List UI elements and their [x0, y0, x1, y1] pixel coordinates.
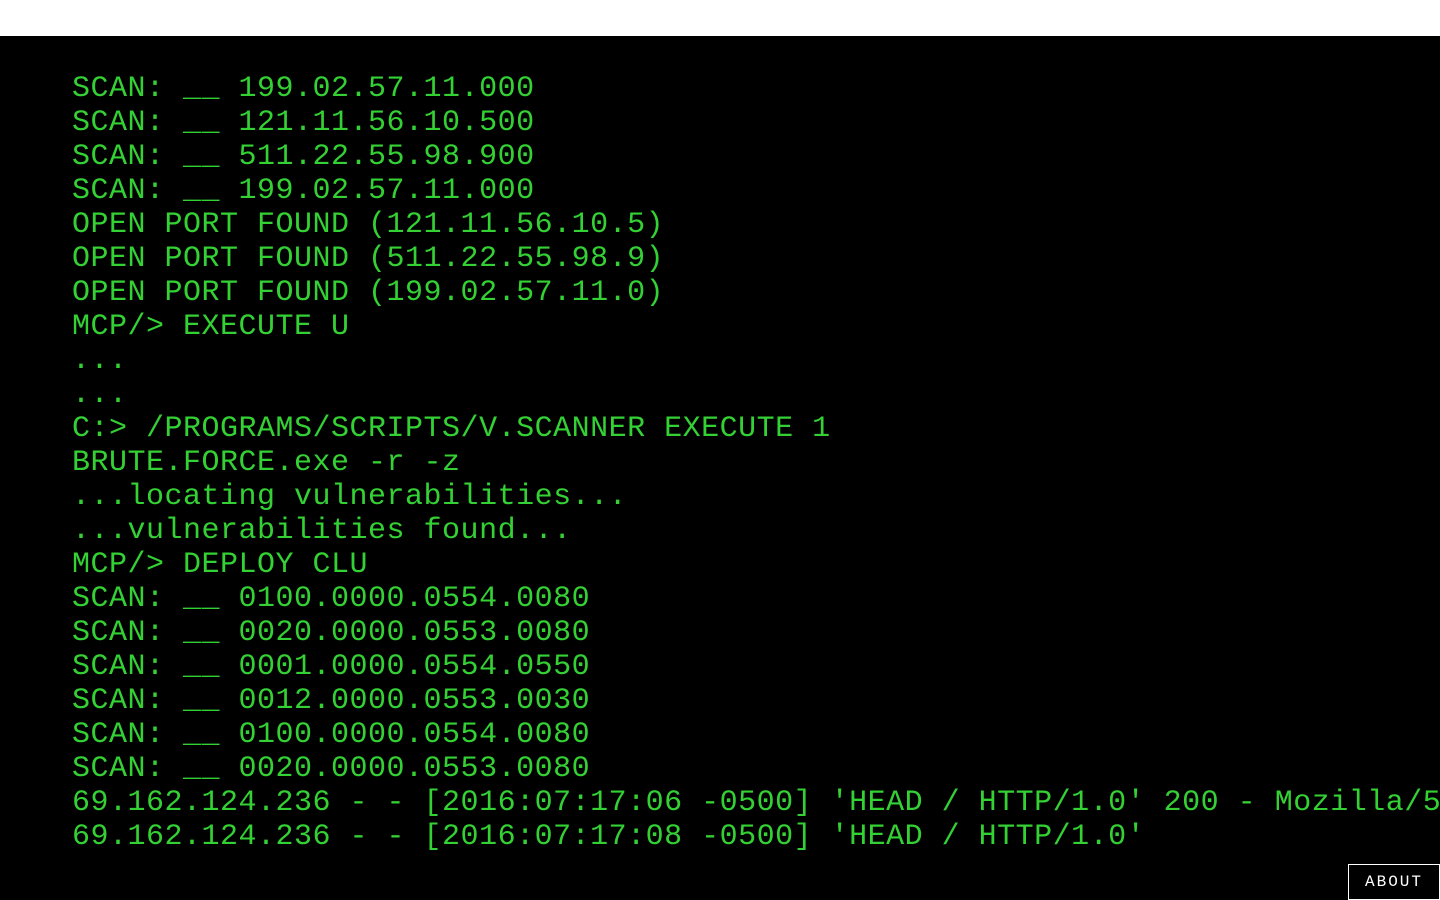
terminal-line: ...vulnerabilities found...: [72, 514, 1440, 548]
about-button[interactable]: ABOUT: [1348, 864, 1440, 900]
terminal-line: MCP/> DEPLOY CLU: [72, 548, 1440, 582]
terminal-window: SCAN: __ 199.02.57.11.000 SCAN: __ 121.1…: [0, 36, 1440, 900]
terminal-line: SCAN: __ 0001.0000.0554.0550: [72, 650, 1440, 684]
terminal-line: ...: [72, 378, 1440, 412]
top-bar: [0, 0, 1440, 36]
terminal-line: SCAN: __ 0100.0000.0554.0080: [72, 718, 1440, 752]
terminal-line: OPEN PORT FOUND (199.02.57.11.0): [72, 276, 1440, 310]
terminal-line: 69.162.124.236 - - [2016:07:17:06 -0500]…: [72, 786, 1440, 820]
terminal-line: BRUTE.FORCE.exe -r -z: [72, 446, 1440, 480]
terminal-line: SCAN: __ 121.11.56.10.500: [72, 106, 1440, 140]
terminal-line: MCP/> EXECUTE U: [72, 310, 1440, 344]
terminal-line: SCAN: __ 0012.0000.0553.0030: [72, 684, 1440, 718]
terminal-line: OPEN PORT FOUND (511.22.55.98.9): [72, 242, 1440, 276]
terminal-line: SCAN: __ 199.02.57.11.000: [72, 72, 1440, 106]
terminal-line: C:> /PROGRAMS/SCRIPTS/V.SCANNER EXECUTE …: [72, 412, 1440, 446]
terminal-line: SCAN: __ 0020.0000.0553.0080: [72, 616, 1440, 650]
terminal-line: OPEN PORT FOUND (121.11.56.10.5): [72, 208, 1440, 242]
terminal-line: SCAN: __ 0100.0000.0554.0080: [72, 582, 1440, 616]
terminal-line: SCAN: __ 0020.0000.0553.0080: [72, 752, 1440, 786]
terminal-line: SCAN: __ 199.02.57.11.000: [72, 174, 1440, 208]
terminal-line: SCAN: __ 511.22.55.98.900: [72, 140, 1440, 174]
terminal-line: ...locating vulnerabilities...: [72, 480, 1440, 514]
terminal-line: 69.162.124.236 - - [2016:07:17:08 -0500]…: [72, 820, 1440, 854]
terminal-line: ...: [72, 344, 1440, 378]
